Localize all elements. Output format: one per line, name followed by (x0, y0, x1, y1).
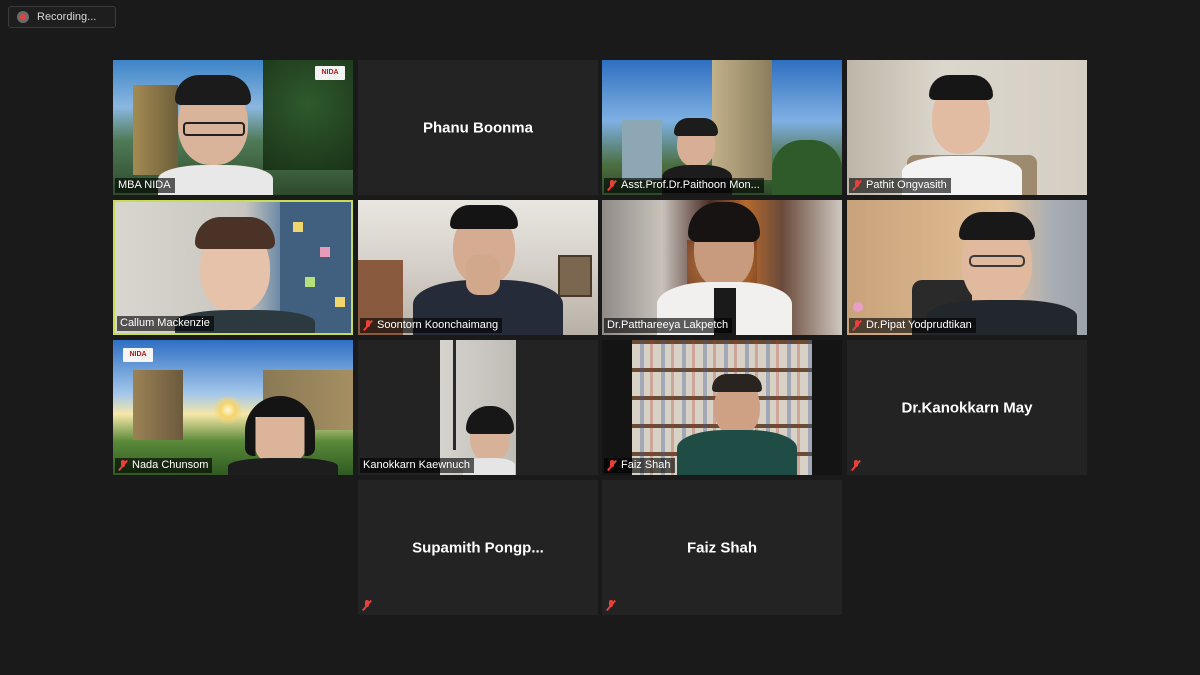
video-gallery: NIDA MBA NIDA Phanu Boonma Asst.Prof.Dr.… (113, 60, 1087, 615)
participant-name: Dr.Pipat Yodprudtikan (866, 319, 972, 331)
participant-tile[interactable]: Faiz Shah (602, 340, 842, 475)
mic-muted-icon (606, 600, 616, 611)
mic-muted-icon (363, 320, 373, 331)
participant-name: Callum Mackenzie (120, 317, 210, 329)
participant-tile[interactable]: Pathit Ongvasith (847, 60, 1087, 195)
participant-video (602, 60, 842, 195)
participant-tile[interactable]: Supamith Pongp... (358, 480, 598, 615)
participant-name: Soontorn Koonchaimang (377, 319, 499, 331)
participant-tile[interactable]: Soontorn Koonchaimang (358, 200, 598, 335)
participant-tile[interactable]: Kanokkarn Kaewnuch (358, 340, 598, 475)
participant-display-name: Dr.Kanokkarn May (901, 399, 1033, 416)
participant-name: MBA NIDA (118, 179, 171, 191)
mic-muted-icon (852, 320, 862, 331)
participant-tile[interactable]: Dr.Pipat Yodprudtikan (847, 200, 1087, 335)
mic-muted-icon (607, 460, 617, 471)
participant-video (358, 340, 598, 475)
participant-name: Pathit Ongvasith (866, 179, 947, 191)
participant-name-tag: Nada Chunsom (115, 458, 213, 473)
nida-logo: NIDA (123, 348, 153, 362)
participant-video (602, 200, 842, 335)
record-icon (17, 11, 29, 23)
mic-muted-icon (852, 180, 862, 191)
participant-name-tag: Faiz Shah (604, 458, 675, 473)
participant-name: Kanokkarn Kaewnuch (363, 459, 471, 471)
participant-name-tag: Asst.Prof.Dr.Paithoon Mon... (604, 178, 764, 193)
participant-tile[interactable]: Dr.Kanokkarn May (847, 340, 1087, 475)
nida-logo: NIDA (315, 66, 345, 80)
participant-video (602, 340, 842, 475)
recording-label: Recording... (37, 11, 97, 23)
participant-name-tag: Soontorn Koonchaimang (360, 318, 503, 333)
participant-name: Dr.Patthareeya Lakpetch (607, 319, 729, 331)
participant-name-tag: Dr.Pipat Yodprudtikan (849, 318, 976, 333)
participant-tile[interactable]: Phanu Boonma (358, 60, 598, 195)
participant-name-tag: Pathit Ongvasith (849, 178, 951, 193)
participant-tile[interactable]: NIDA MBA NIDA (113, 60, 353, 195)
participant-name: Faiz Shah (621, 459, 671, 471)
participant-name: Asst.Prof.Dr.Paithoon Mon... (621, 179, 760, 191)
mic-muted-icon (118, 460, 128, 471)
participant-video (115, 202, 351, 333)
participant-tile[interactable]: NIDA Nada Chunsom (113, 340, 353, 475)
participant-display-name: Supamith Pongp... (412, 539, 544, 556)
participant-tile-active-speaker[interactable]: Callum Mackenzie (113, 200, 353, 335)
participant-display-name: Phanu Boonma (422, 119, 533, 136)
mic-muted-icon (607, 180, 617, 191)
participant-tile[interactable]: Asst.Prof.Dr.Paithoon Mon... (602, 60, 842, 195)
participant-tile[interactable]: Dr.Patthareeya Lakpetch (602, 200, 842, 335)
recording-indicator[interactable]: Recording... (8, 6, 116, 28)
participant-name-tag: MBA NIDA (115, 178, 175, 193)
participant-video (358, 200, 598, 335)
meeting-window: Recording... NIDA MBA NIDA Phanu Boonma (0, 0, 1200, 675)
participant-name: Nada Chunsom (132, 459, 209, 471)
participant-video (847, 60, 1087, 195)
participant-video (113, 60, 353, 195)
participant-video (847, 200, 1087, 335)
participant-tile[interactable]: Faiz Shah (602, 480, 842, 615)
mic-muted-icon (851, 460, 861, 471)
participant-name-tag: Dr.Patthareeya Lakpetch (604, 318, 733, 333)
participant-display-name: Faiz Shah (686, 539, 757, 556)
participant-name-tag: Callum Mackenzie (117, 316, 214, 331)
mic-muted-icon (362, 600, 372, 611)
participant-name-tag: Kanokkarn Kaewnuch (360, 458, 475, 473)
